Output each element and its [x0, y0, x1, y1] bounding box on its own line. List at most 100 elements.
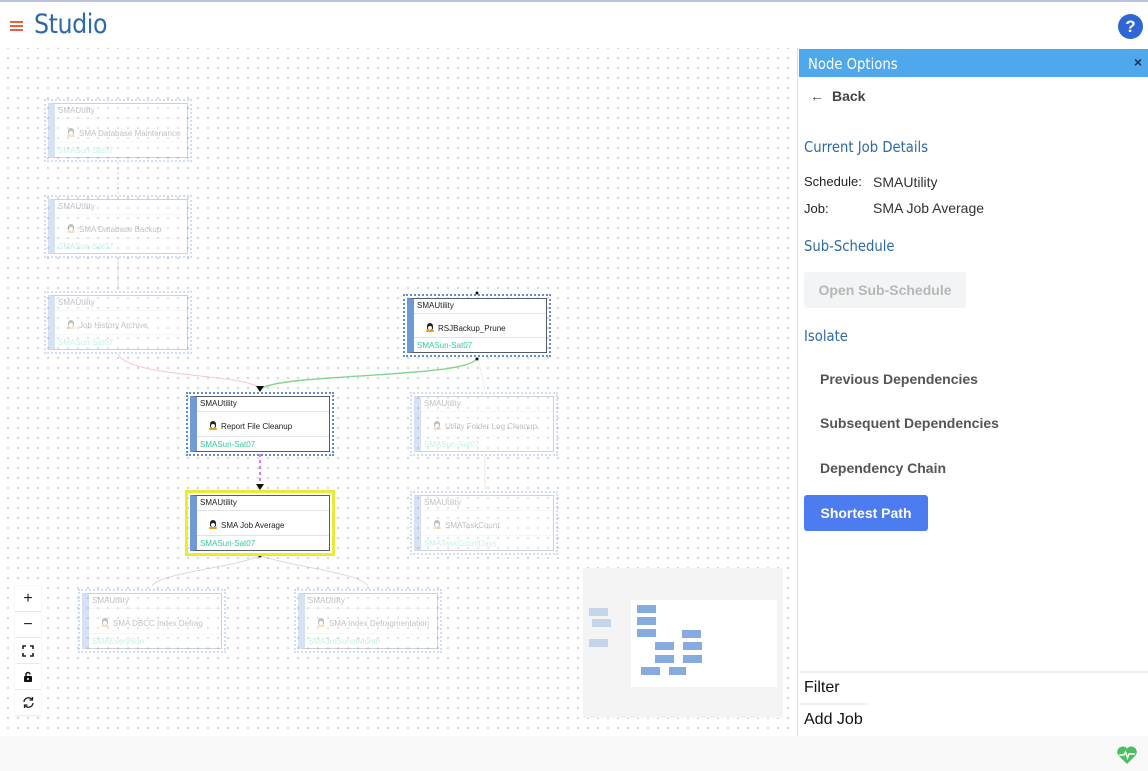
- node-calendar: SMATaskCountDays: [424, 539, 497, 548]
- minimap-node: [637, 629, 656, 637]
- hamburger-menu-icon[interactable]: [10, 21, 23, 32]
- minimap[interactable]: [583, 568, 783, 718]
- job-node-card: SMAUtility Report File Cleanup SMASun-Sa…: [190, 396, 330, 452]
- edge-n4-n5: [261, 357, 478, 389]
- minimap-node: [682, 630, 701, 638]
- minimap-node: [637, 617, 656, 625]
- fit-screen-icon: [22, 644, 34, 657]
- heartbeat-icon[interactable]: [1116, 745, 1138, 765]
- help-icon[interactable]: ?: [1118, 14, 1143, 39]
- close-icon[interactable]: ×: [1134, 54, 1142, 70]
- job-node[interactable]: SMAUtility SMATaskCount SMATaskCountDays: [410, 491, 558, 555]
- node-schedule: SMAUtility: [92, 596, 129, 605]
- node-schedule: SMAUtility: [424, 498, 461, 507]
- panel-title: Node Options: [808, 55, 898, 73]
- node-job-name: RSJBackup_Prune: [426, 323, 506, 333]
- edge-port: [475, 357, 479, 361]
- edge-n7-n9: [151, 555, 261, 587]
- linux-tux-icon: [67, 224, 75, 233]
- job-node[interactable]: SMAUtility RSJBackup_Prune SMASun-Sat07: [403, 294, 551, 357]
- node-calendar: SMASun-Sat07: [424, 440, 480, 449]
- job-node-selected[interactable]: SMAUtility SMA Job Average SMASun-Sat07: [186, 491, 334, 555]
- job-label: Job:: [804, 201, 829, 216]
- linux-tux-icon: [67, 128, 75, 137]
- node-calendar: SMASun-Sat07: [200, 440, 256, 449]
- linux-tux-icon: [209, 421, 217, 430]
- zoom-out-button[interactable]: −: [15, 612, 41, 638]
- job-node[interactable]: SMAUtility SMA Index Defragmentation SMA…: [294, 589, 442, 653]
- minimap-node: [641, 667, 660, 675]
- node-job-name: Report File Cleanup: [209, 421, 292, 431]
- minimap-node: [655, 655, 674, 663]
- minimap-node: [683, 655, 702, 663]
- schedule-value: SMAUtility: [873, 174, 938, 190]
- app-title: Studio: [34, 9, 108, 40]
- node-calendar: SMASun-Sat07: [58, 146, 114, 155]
- job-node-card: SMAUtility SMA Database Backup SMASun-Sa…: [48, 199, 188, 254]
- plus-icon: +: [23, 589, 33, 607]
- minimap-node: [589, 639, 608, 647]
- node-schedule: SMAUtility: [200, 399, 237, 408]
- linux-tux-icon: [101, 618, 109, 627]
- job-node-card: SMAUtility Utility Folder Log Cleanup SM…: [414, 396, 554, 452]
- previous-dependencies-option[interactable]: Previous Dependencies: [820, 371, 978, 387]
- job-node-card: SMAUtility SMA Index Defragmentation SMA…: [298, 593, 438, 649]
- node-calendar: SMA3rdSunofMonth: [308, 637, 381, 646]
- job-node-card: SMAUtility SMA Database Maintenance SMAS…: [48, 103, 188, 158]
- minimap-node: [592, 619, 611, 627]
- dependency-chain-option[interactable]: Dependency Chain: [820, 460, 946, 476]
- linux-tux-icon: [67, 320, 75, 329]
- linux-tux-icon: [317, 618, 325, 627]
- node-options-panel: Node Options × ← Back Current Job Details…: [797, 48, 1148, 736]
- open-sub-schedule-button[interactable]: Open Sub-Schedule: [804, 272, 966, 308]
- job-node[interactable]: SMAUtility Job History Archive SMASun-Sa…: [44, 291, 192, 354]
- node-calendar: SMASun-Sat07: [417, 341, 473, 350]
- node-job-name: SMA Database Maintenance: [67, 128, 180, 138]
- job-value: SMA Job Average: [873, 200, 985, 216]
- job-node[interactable]: SMAUtility SMA DBCC Index Defrag SMAEver…: [78, 589, 226, 653]
- job-node[interactable]: SMAUtility Utility Folder Log Cleanup SM…: [410, 392, 558, 456]
- node-calendar: SMAEverySun: [92, 637, 145, 646]
- node-job-name: Job History Archive: [67, 320, 147, 330]
- arrow-head: [256, 484, 264, 490]
- job-node[interactable]: SMAUtility SMA Database Maintenance SMAS…: [44, 99, 192, 162]
- node-schedule: SMAUtility: [58, 202, 95, 211]
- node-schedule: SMAUtility: [417, 301, 454, 310]
- node-schedule: SMAUtility: [58, 298, 95, 307]
- node-schedule: SMAUtility: [308, 596, 345, 605]
- panel-header: Node Options ×: [799, 49, 1148, 77]
- add-job-section[interactable]: Add Job: [799, 703, 867, 735]
- linux-tux-icon: [433, 520, 441, 529]
- schedule-label: Schedule:: [804, 174, 862, 189]
- shortest-path-button[interactable]: Shortest Path: [804, 495, 928, 531]
- refresh-button[interactable]: [15, 690, 41, 716]
- minimap-node: [669, 667, 686, 675]
- node-schedule: SMAUtility: [200, 498, 237, 507]
- lock-button[interactable]: [15, 664, 41, 690]
- arrow-left-icon: ←: [810, 88, 824, 104]
- job-node-card: SMAUtility SMA DBCC Index Defrag SMAEver…: [82, 593, 222, 649]
- refresh-icon: [22, 697, 34, 708]
- node-job-name: SMA Job Average: [209, 520, 284, 530]
- current-job-details-heading: Current Job Details: [804, 138, 929, 156]
- minus-icon: −: [23, 615, 33, 633]
- job-node[interactable]: SMAUtility Report File Cleanup SMASun-Sa…: [186, 392, 334, 456]
- linux-tux-icon: [209, 520, 217, 529]
- node-job-name: SMA DBCC Index Defrag: [101, 618, 203, 628]
- linux-tux-icon: [426, 323, 434, 332]
- subsequent-dependencies-option[interactable]: Subsequent Dependencies: [820, 415, 999, 431]
- job-node-card: SMAUtility RSJBackup_Prune SMASun-Sat07: [407, 298, 547, 353]
- sub-schedule-heading: Sub-Schedule: [804, 237, 895, 255]
- zoom-in-button[interactable]: +: [15, 586, 41, 612]
- node-job-name: SMA Database Backup: [67, 224, 161, 234]
- fit-view-button[interactable]: [15, 638, 41, 664]
- node-schedule: SMAUtility: [58, 106, 95, 115]
- back-button[interactable]: ← Back: [810, 88, 865, 104]
- filter-section[interactable]: Filter: [799, 671, 1148, 703]
- edge-n4-n6: [477, 357, 486, 391]
- job-node-card: SMAUtility SMA Job Average SMASun-Sat07: [190, 495, 330, 551]
- job-node[interactable]: SMAUtility SMA Database Backup SMASun-Sa…: [44, 195, 192, 258]
- minimap-node: [589, 608, 608, 616]
- minimap-node: [655, 642, 674, 650]
- job-node-card: SMAUtility SMATaskCount SMATaskCountDays: [414, 495, 554, 551]
